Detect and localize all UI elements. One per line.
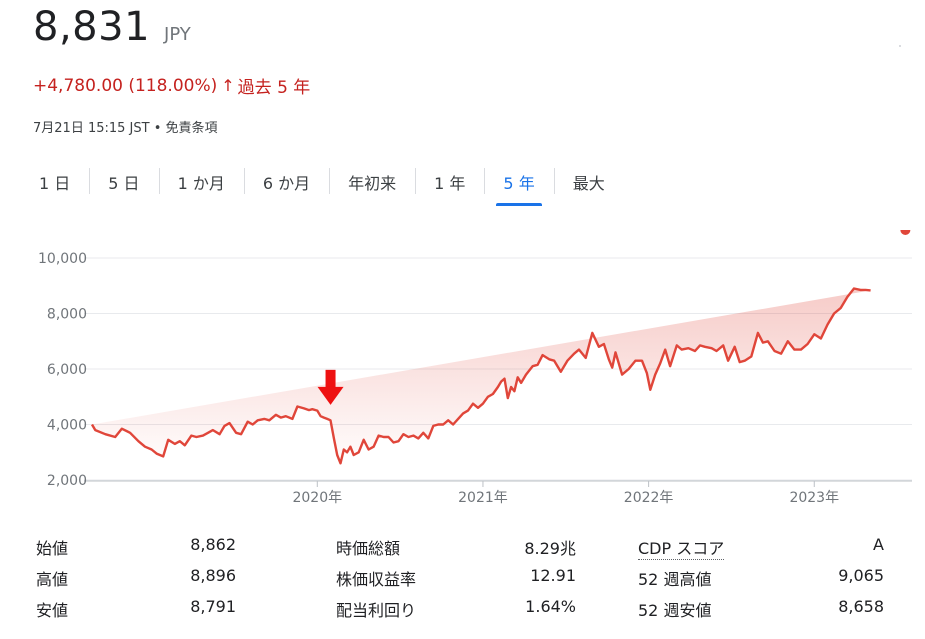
y-tick-labels: 10,000 8,000 6,000 4,000 2,000 (38, 251, 87, 489)
x-tick-label: 2022年 (624, 490, 674, 506)
y-tick-label: 8,000 (47, 307, 87, 323)
currency-code: JPY (164, 24, 191, 45)
stat-label: 52 週安値 (638, 601, 712, 620)
stat-value: 9,065 (838, 566, 884, 585)
tab-range-6[interactable]: 5 年 (484, 164, 553, 206)
tab-range-4[interactable]: 年初来 (329, 164, 415, 200)
tab-range-0[interactable]: 1 日 (20, 164, 89, 200)
tab-range-2[interactable]: 1 か月 (158, 164, 244, 200)
y-tick-label: 2,000 (47, 473, 87, 489)
stat-label: 52 週高値 (638, 570, 712, 589)
stat-label: 安値 (36, 601, 69, 620)
disclaimer-link[interactable]: 免責条項 (166, 121, 218, 136)
last-price-dot (900, 230, 911, 235)
timestamp-row: 7月21日 15:15 JST • 免責条項 (33, 117, 218, 136)
tab-range-3[interactable]: 6 か月 (243, 164, 329, 200)
stat-value: 8,658 (838, 597, 884, 616)
stat-label[interactable]: CDP スコア (638, 535, 725, 560)
price-area (92, 288, 871, 464)
price-header: 8,831 JPY (33, 4, 191, 50)
range-tabs: 1 日5 日1 か月 6 か月 年初来 1 年5 年最大 (20, 164, 624, 206)
change-value: +4,780.00 (118.00%) (33, 75, 218, 96)
stat-value: 8,862 (190, 535, 236, 554)
y-tick-label: 10,000 (38, 251, 87, 267)
current-price: 8,831 (33, 4, 151, 50)
stat-label: 時価総額 (336, 539, 401, 558)
y-tick-label: 4,000 (47, 418, 87, 434)
tab-range-5[interactable]: 1 年 (415, 164, 484, 200)
stat-value: 1.64% (525, 597, 576, 616)
stat-value: 12.91 (530, 566, 576, 585)
x-tick-labels: 2020年 2021年 2022年 2023年 (292, 481, 839, 506)
up-arrow-icon: ↑ (221, 76, 235, 95)
stat-label: 配当利回り (336, 601, 417, 620)
x-tick-label: 2020年 (292, 490, 342, 506)
y-tick-label: 6,000 (47, 362, 87, 378)
separator-dot: • (153, 121, 166, 136)
stat-value: 8.29兆 (524, 539, 576, 558)
tab-range-7[interactable]: 最大 (553, 164, 624, 200)
stat-value: A (873, 535, 884, 554)
tab-range-1[interactable]: 5 日 (89, 164, 158, 200)
stat-value: 8,791 (190, 597, 236, 616)
arrow-shaft (325, 369, 336, 388)
stat-label: 株価収益率 (336, 570, 417, 589)
timestamp: 7月21日 15:15 JST (33, 121, 150, 136)
stat-label: 始値 (36, 539, 69, 558)
corner-dot (899, 45, 901, 47)
stat-value: 8,896 (190, 566, 236, 585)
x-tick-label: 2023年 (789, 490, 839, 506)
price-change: +4,780.00 (118.00%) ↑ 過去 5 年 (33, 73, 311, 99)
price-chart: 10,0008,0006,0004,0002,000 2020年 2021年 202… (38, 230, 912, 506)
change-period: 過去 5 年 (237, 78, 311, 98)
stat-label: 高値 (36, 570, 69, 589)
x-tick-label: 2021年 (458, 490, 508, 506)
